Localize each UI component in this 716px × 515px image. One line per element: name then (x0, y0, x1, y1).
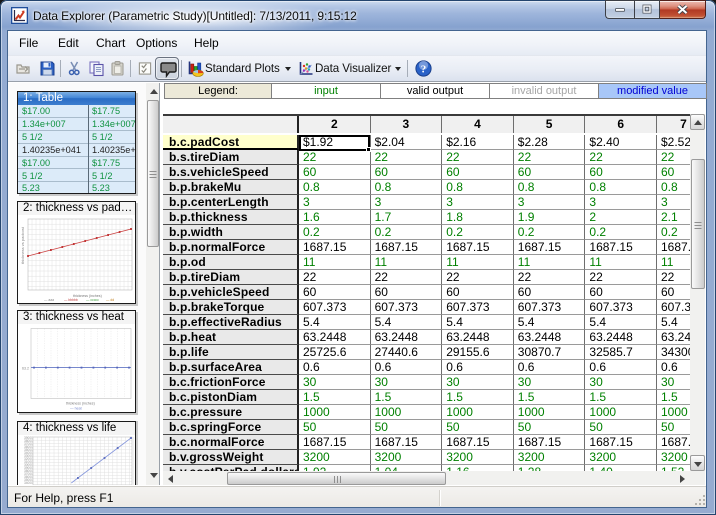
svg-text:?: ? (421, 64, 427, 76)
svg-text:34000: 34000 (24, 481, 33, 485)
svg-text:thickness (inches): thickness (inches) (66, 402, 95, 406)
svg-text:— aaa: — aaa (44, 298, 54, 302)
svg-text:— dd: — dd (106, 298, 114, 302)
svg-text:63.2: 63.2 (22, 367, 29, 371)
svg-text:— bbbbb: — bbbbb (64, 298, 78, 302)
svg-text:— heat: — heat (70, 407, 82, 411)
svg-text:thickness vs padcost: thickness vs padcost (20, 226, 25, 264)
svg-text:— ccccc: — ccccc (86, 298, 99, 302)
